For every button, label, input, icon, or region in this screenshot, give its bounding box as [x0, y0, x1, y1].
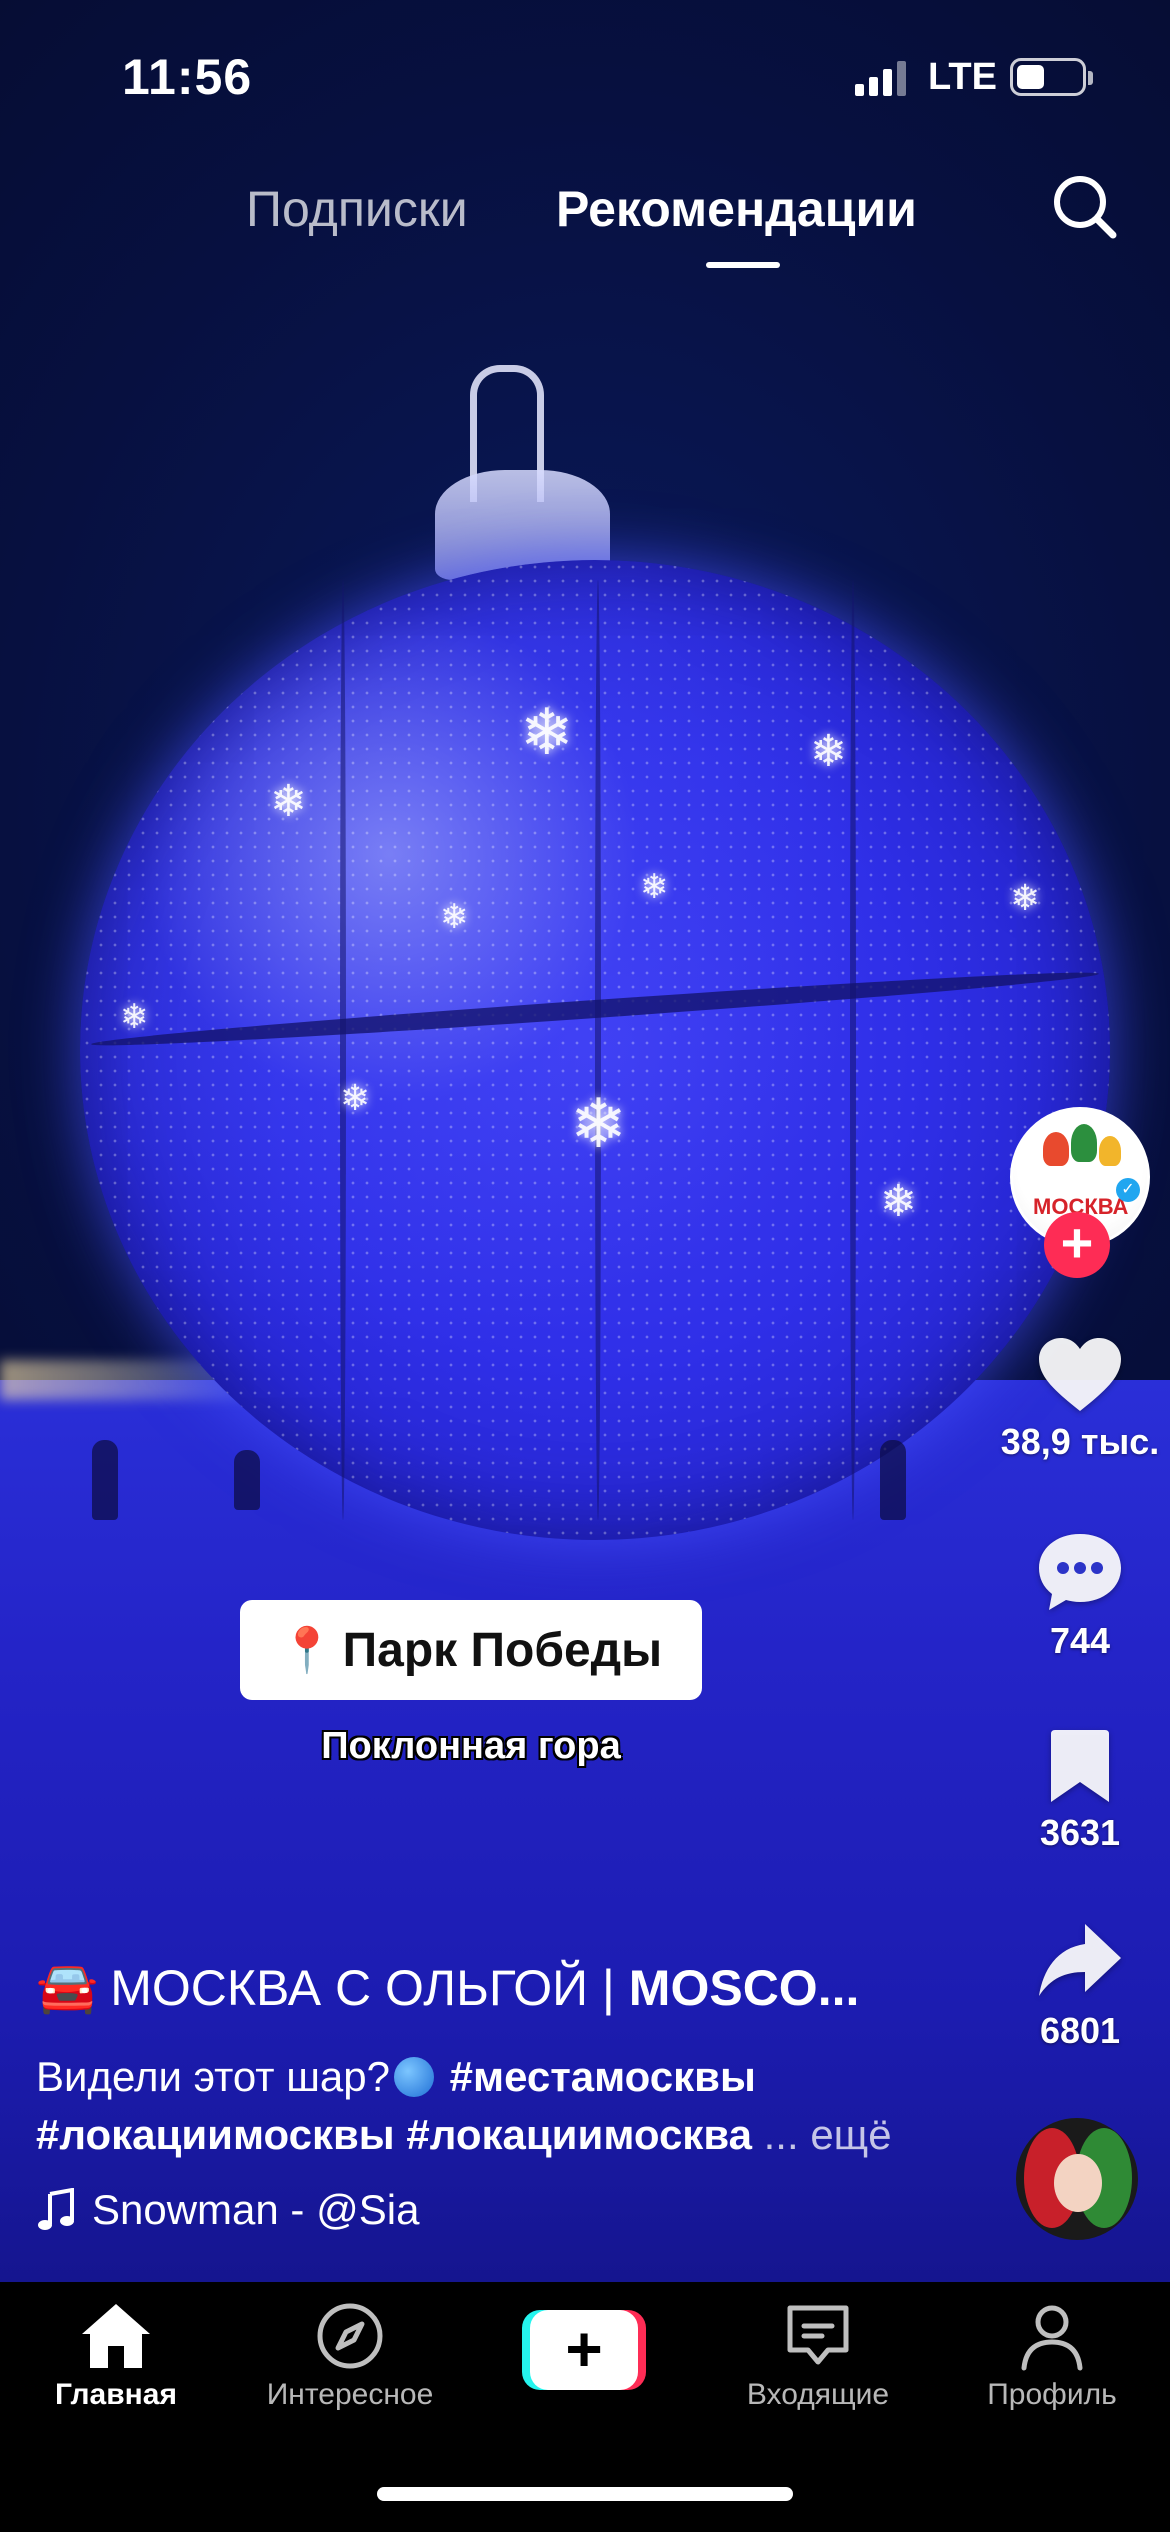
verified-icon: ✓	[1116, 1178, 1140, 1202]
feed-tabs: Подписки Рекомендации	[0, 170, 1170, 270]
save-count: 3631	[1039, 1812, 1121, 1853]
battery-icon	[1010, 58, 1093, 96]
description-text: Видели этот шар?	[36, 2053, 390, 2100]
snowflake-icon: ❄	[120, 998, 149, 1036]
bottom-nav: Главная Интересное + Входящие Профиль	[0, 2282, 1170, 2532]
nav-home-label: Главная	[54, 2378, 177, 2411]
nav-profile[interactable]: Профиль	[952, 2300, 1152, 2412]
hashtag[interactable]: #местамосквы	[450, 2053, 756, 2100]
tab-following[interactable]: Подписки	[246, 180, 468, 238]
nav-profile-label: Профиль	[987, 2378, 1117, 2411]
home-icon	[82, 2304, 150, 2368]
search-button[interactable]	[1050, 172, 1120, 242]
follow-button[interactable]: +	[1044, 1212, 1110, 1278]
blue-circle-emoji-icon	[393, 2057, 434, 2097]
profile-icon	[1021, 2305, 1083, 2371]
like-button[interactable]: 38,9 тыс.	[985, 1335, 1170, 1463]
nav-inbox-label: Входящие	[746, 2378, 890, 2411]
music-title: Snowman - @Sia	[92, 2186, 420, 2233]
save-button[interactable]: 3631	[985, 1728, 1170, 1854]
person-silhouette	[234, 1450, 260, 1510]
nav-discover-label: Интересное	[266, 2378, 434, 2411]
search-icon	[1054, 176, 1117, 239]
see-more-link[interactable]: ещё	[810, 2111, 891, 2158]
pin-icon: 📍	[279, 1626, 335, 1675]
car-emoji-icon: 🚘	[36, 1959, 99, 2015]
snowflake-icon: ❄	[810, 727, 847, 776]
location-subtitle: Поклонная гора	[321, 1725, 621, 1767]
music-note-icon	[38, 2188, 74, 2230]
share-arrow-icon	[1039, 1924, 1121, 1996]
music-disc[interactable]	[1016, 2118, 1138, 2240]
nav-home[interactable]: Главная	[16, 2300, 216, 2412]
snowflake-icon: ❄	[340, 1077, 371, 1118]
signal-icon	[855, 58, 906, 96]
create-button[interactable]: +	[522, 2310, 646, 2390]
description-ellipsis: ...	[763, 2111, 799, 2158]
home-indicator	[377, 2487, 793, 2501]
snowflake-icon: ❄	[640, 868, 669, 906]
status-time: 11:56	[122, 49, 253, 105]
nav-inbox[interactable]: Входящие	[718, 2300, 918, 2412]
music-track[interactable]: Snowman - @Sia	[36, 2186, 419, 2234]
heart-icon	[1039, 1338, 1121, 1411]
status-bar: 11:56 LTE	[0, 0, 1170, 150]
active-tab-indicator	[706, 262, 780, 268]
comment-icon	[1039, 1534, 1121, 1610]
snowflake-icon: ❄	[570, 1086, 627, 1162]
nav-discover[interactable]: Интересное	[250, 2300, 450, 2412]
compass-icon	[317, 2303, 383, 2369]
plus-icon: +	[530, 2310, 638, 2390]
network-label: LTE	[928, 56, 997, 98]
snowflake-icon: ❄	[440, 898, 469, 936]
snowflake-icon: ❄	[520, 696, 574, 768]
person-silhouette	[92, 1440, 118, 1520]
snowflake-icon: ❄	[270, 777, 307, 826]
snowflake-icon: ❄	[1010, 877, 1041, 918]
inbox-icon	[787, 2305, 849, 2365]
author-name[interactable]: 🚘 МОСКВА С ОЛЬГОЙ | MOSCO...	[36, 1958, 859, 2017]
comment-button[interactable]: 744	[985, 1530, 1170, 1662]
comment-count: 744	[1049, 1620, 1111, 1661]
person-silhouette	[880, 1440, 906, 1520]
giant-ornament-ball	[80, 560, 1110, 1540]
hashtag[interactable]: #локациимосква	[406, 2111, 752, 2158]
location-sticker-label: Парк Победы	[342, 1623, 663, 1677]
author-name-bold: MOSCO...	[628, 1959, 860, 2016]
location-sticker[interactable]: 📍 Парк Победы	[240, 1600, 702, 1700]
author-name-plain: МОСКВА С ОЛЬГОЙ |	[110, 1959, 629, 2016]
like-count: 38,9 тыс.	[1000, 1421, 1160, 1462]
snowflake-icon: ❄	[880, 1177, 917, 1226]
hashtag[interactable]: #локациимосквы	[36, 2111, 395, 2158]
share-count: 6801	[1039, 2010, 1121, 2051]
bookmark-icon	[1051, 1730, 1109, 1802]
tab-for-you[interactable]: Рекомендации	[556, 180, 917, 238]
video-description: Видели этот шар? #местамосквы #локациимо…	[36, 2048, 956, 2164]
share-button[interactable]: 6801	[985, 1920, 1170, 2052]
